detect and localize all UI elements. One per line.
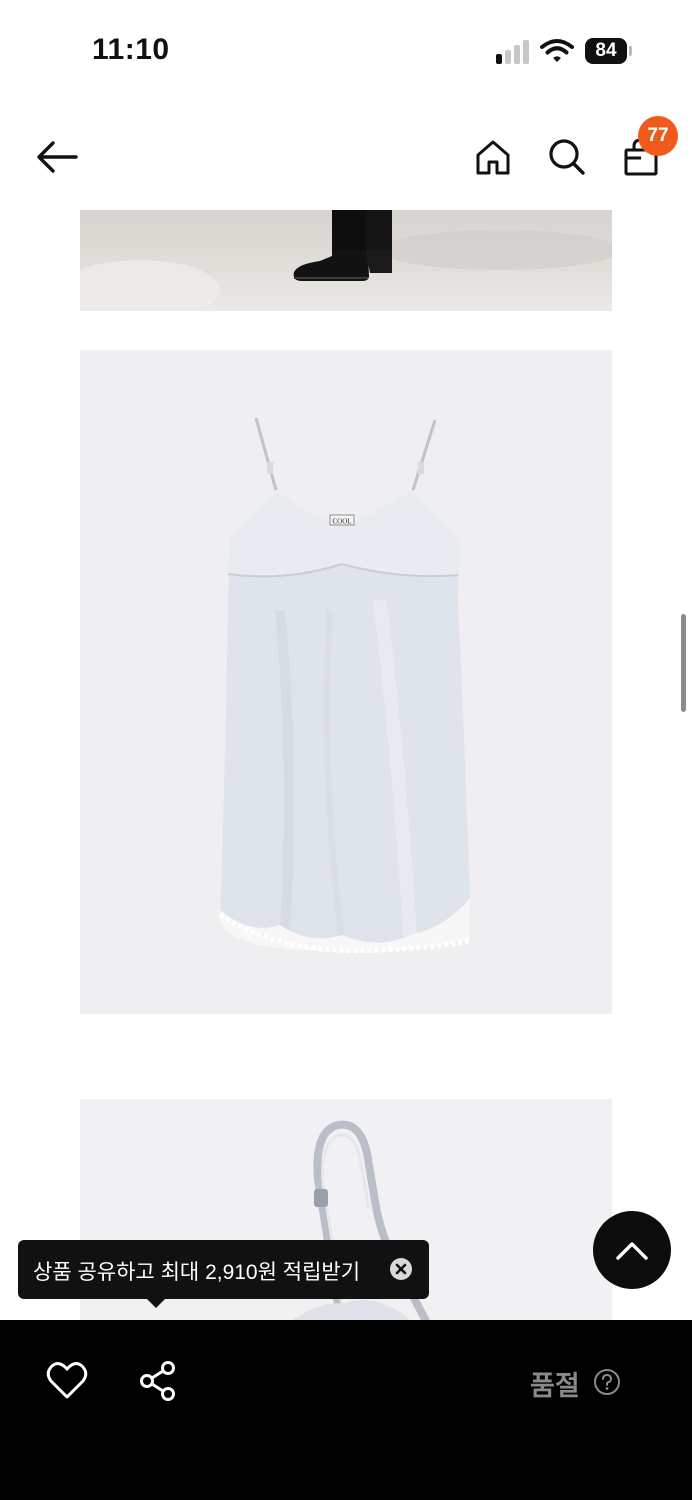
home-icon — [476, 140, 510, 175]
bottom-action-bar: 품절 — [0, 1320, 692, 1500]
top-nav-bar — [0, 110, 692, 205]
share-reward-tooltip[interactable]: 상품 공유하고 최대 2,910원 적립받기 — [18, 1240, 429, 1299]
status-bar: 11:10 84 — [0, 0, 692, 100]
battery-level: 84 — [585, 38, 627, 64]
battery-icon: 84 — [585, 38, 633, 64]
product-image-dress: COOL — [80, 350, 612, 1014]
heart-icon[interactable] — [46, 1361, 88, 1401]
search-icon — [549, 139, 585, 175]
tooltip-text: 상품 공유하고 최대 2,910원 적립받기 — [33, 1261, 361, 1284]
share-icon[interactable] — [138, 1360, 178, 1402]
product-image-street — [80, 210, 612, 311]
signal-icon — [496, 40, 529, 64]
status-time: 11:10 — [92, 33, 170, 66]
back-button[interactable] — [32, 136, 82, 178]
sold-out-label: 품절 — [530, 1371, 580, 1401]
back-arrow-icon — [37, 141, 78, 173]
chevron-up-icon — [616, 1242, 648, 1260]
scroll-to-top-button[interactable] — [593, 1211, 671, 1289]
help-icon[interactable] — [593, 1368, 621, 1396]
home-button[interactable] — [470, 134, 516, 180]
scrollbar-thumb[interactable] — [681, 614, 686, 712]
tooltip-arrow — [146, 1298, 166, 1308]
dress-label: COOL — [332, 518, 351, 526]
cart-count-badge[interactable]: 77 — [638, 116, 678, 156]
close-icon[interactable] — [389, 1257, 413, 1281]
search-button[interactable] — [544, 134, 590, 180]
wifi-icon — [540, 39, 574, 62]
